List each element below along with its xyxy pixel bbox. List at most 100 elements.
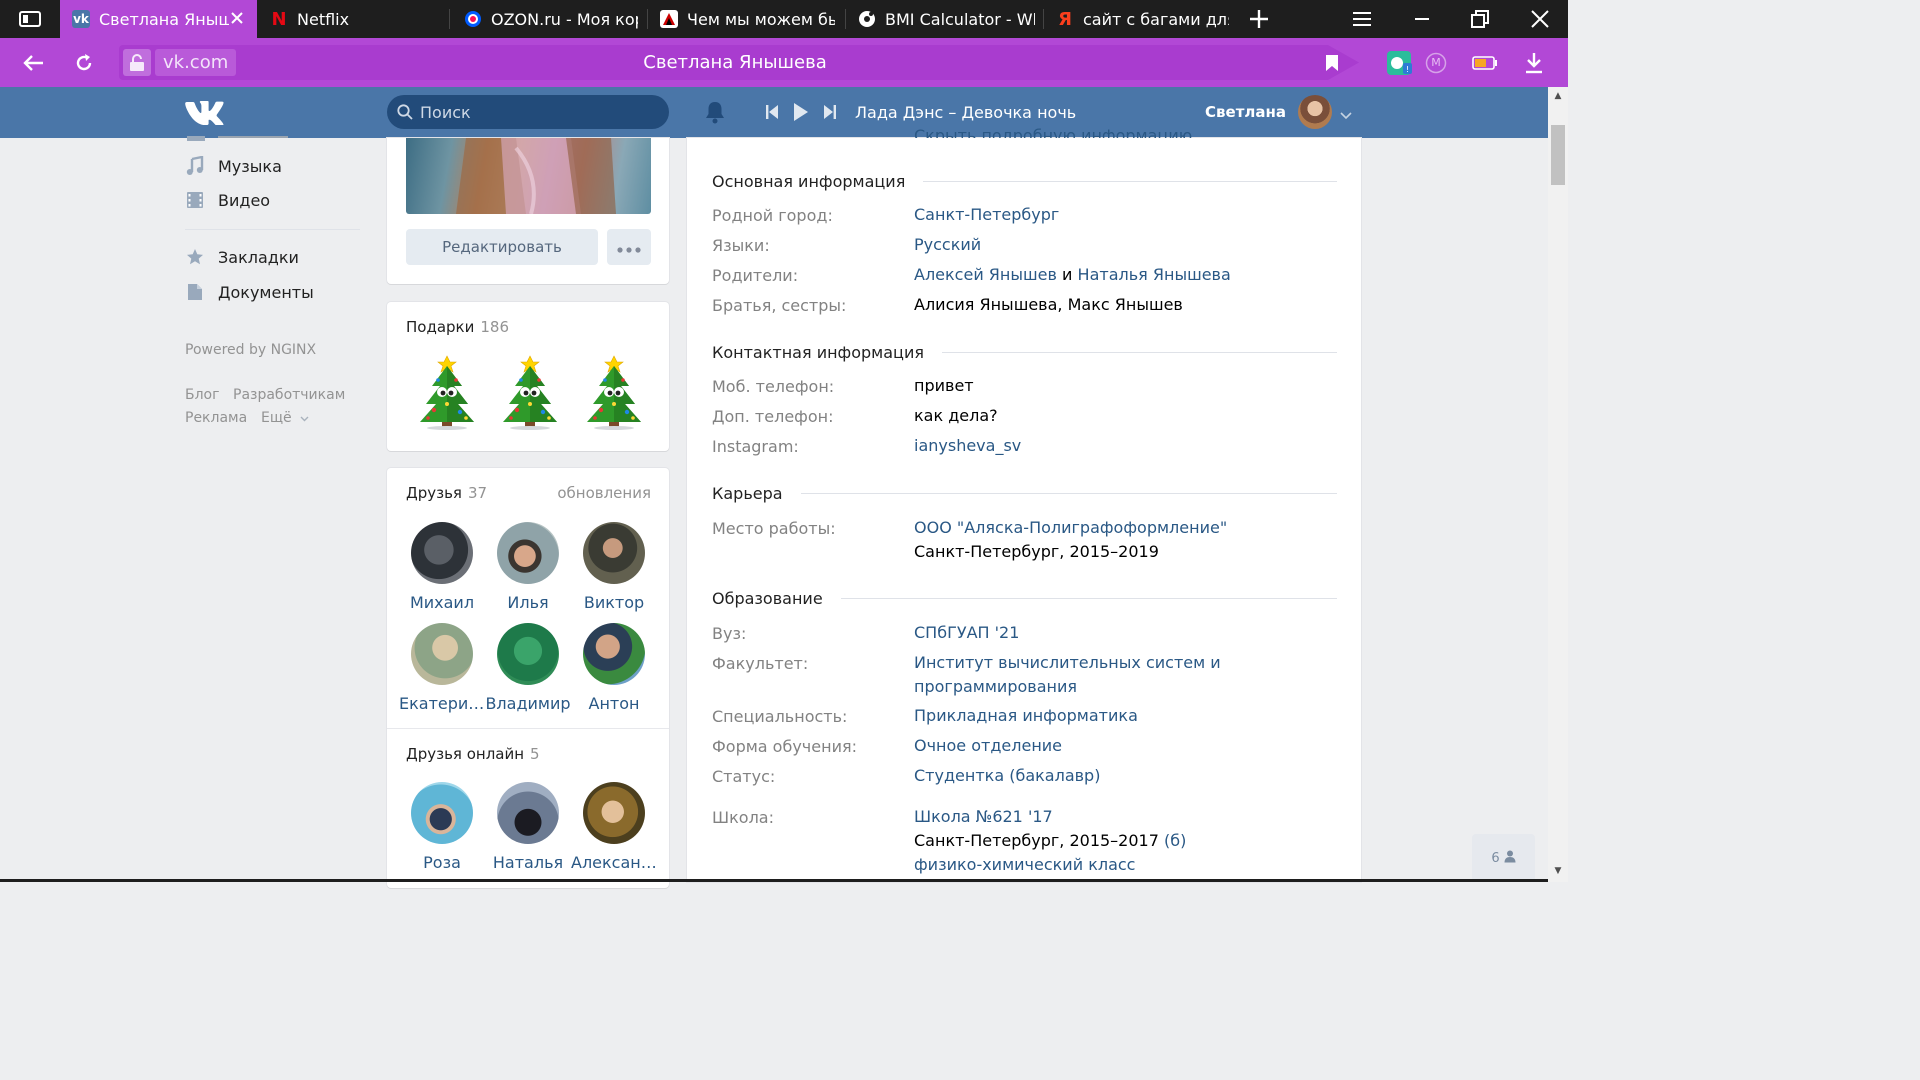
next-track-icon[interactable] (823, 104, 837, 124)
siblings-value: Алисия Янышева, Макс Янышев (914, 295, 1183, 314)
tab-bmi[interactable]: BMI Calculator - What is (846, 0, 1042, 38)
friends-online-header[interactable]: Друзья онлайн 5 (406, 745, 540, 763)
menu-item-bookmarks[interactable]: Закладки (185, 243, 299, 271)
menu-item-music[interactable]: Музыка (185, 152, 282, 180)
study-form-link[interactable]: Очное отделение (914, 736, 1062, 755)
online-chat-button[interactable]: 6 (1472, 834, 1535, 882)
previous-track-icon[interactable] (765, 104, 779, 124)
siblings-label: Братья, сестры: (712, 296, 847, 315)
school-class-letter-link[interactable]: (б) (1164, 831, 1186, 850)
restore-icon[interactable] (1462, 0, 1498, 38)
search-box[interactable] (387, 95, 669, 129)
friend-item[interactable]: Наталья (485, 782, 571, 872)
section-title: Карьера (712, 483, 783, 503)
bell-icon[interactable] (704, 100, 726, 128)
avatar[interactable] (1298, 95, 1332, 129)
download-icon[interactable] (1520, 38, 1548, 87)
battery-icon[interactable] (1470, 38, 1500, 87)
vk-logo-icon[interactable] (185, 99, 227, 126)
footer-link-blog[interactable]: Блог (185, 387, 219, 403)
hometown-link[interactable]: Санкт-Петербург (914, 205, 1059, 224)
tabs-sidebar-icon[interactable] (14, 0, 46, 38)
parent-link[interactable]: Алексей Янышев (914, 265, 1057, 284)
profile-badge-icon[interactable]: M (1424, 38, 1448, 87)
user-name[interactable]: Светлана (1185, 87, 1286, 138)
chevron-down-icon[interactable] (1340, 105, 1352, 124)
minimize-icon[interactable] (1404, 0, 1440, 38)
menu-icon[interactable] (1344, 0, 1380, 38)
menu-item-video[interactable]: Видео (185, 186, 270, 214)
footer-link-ads[interactable]: Реклама (185, 410, 247, 426)
instagram-label: Instagram: (712, 437, 799, 456)
faculty-link-line1[interactable]: Институт вычислительных систем и (914, 653, 1221, 672)
parent-link[interactable]: Наталья Янышева (1078, 265, 1231, 284)
company-link[interactable]: ООО "Аляска-Полиграфоформление" (914, 518, 1227, 537)
close-window-icon[interactable] (1522, 0, 1558, 38)
tab-netflix[interactable]: N Netflix (258, 0, 448, 38)
friends-updates-link[interactable]: обновления (540, 484, 651, 502)
search-input[interactable] (420, 95, 660, 129)
status-link[interactable]: Студентка (бакалавр) (914, 766, 1100, 785)
specialty-link[interactable]: Прикладная информатика (914, 706, 1138, 725)
school-class-link[interactable]: физико-химический класс (914, 855, 1135, 874)
chevron-down-icon (300, 410, 309, 426)
faculty-link-line2[interactable]: программирования (914, 677, 1077, 696)
tab-vk-profile[interactable]: vk Светлана Янышева (60, 0, 257, 38)
footer-link-developers[interactable]: Разработчикам (233, 387, 345, 403)
friend-item[interactable]: Владимир (485, 623, 571, 713)
study-form-value: Очное отделение (914, 734, 1062, 758)
friend-name: Антон (588, 694, 640, 713)
gift-christmas-tree-icon[interactable] (414, 350, 480, 431)
menu-item-documents[interactable]: Документы (185, 278, 314, 306)
faculty-value[interactable]: Институт вычислительных систем и програм… (914, 651, 1221, 699)
friend-item[interactable]: Роза (399, 782, 485, 872)
hide-details-link[interactable]: Скрыть подробную информацию (914, 126, 1192, 138)
friend-item[interactable]: Илья (485, 522, 571, 612)
workplace-value: ООО "Аляска-Полиграфоформление" Санкт-Пе… (914, 516, 1227, 564)
new-tab-icon[interactable] (1243, 0, 1275, 38)
friend-item[interactable]: Екатерина (399, 623, 485, 713)
more-actions-button[interactable] (607, 229, 651, 265)
chat-count: 6 (1491, 850, 1500, 866)
friend-name: Екатерина (399, 694, 485, 713)
tab-help[interactable]: Чем мы можем быть полезны (648, 0, 844, 38)
video-icon (185, 191, 205, 209)
friend-item[interactable]: Антон (571, 623, 657, 713)
gifts-header[interactable]: Подарки 186 (406, 318, 509, 336)
close-tab-icon[interactable] (230, 10, 244, 29)
profile-photo[interactable] (406, 138, 651, 214)
tab-label: OZON.ru - Моя корзина (491, 9, 638, 29)
language-link[interactable]: Русский (914, 235, 981, 254)
friend-name: Виктор (583, 593, 645, 612)
gift-christmas-tree-icon[interactable] (497, 350, 563, 431)
friend-item[interactable]: Александра (571, 782, 657, 872)
friend-item[interactable]: Михаил (399, 522, 485, 612)
friend-item[interactable]: Виктор (571, 522, 657, 612)
gift-christmas-tree-icon[interactable] (581, 350, 647, 431)
section-title: Контактная информация (712, 342, 924, 362)
tab-label: сайт с багами для тестирования (1083, 9, 1229, 29)
avatar (411, 782, 473, 844)
page-scrollbar[interactable]: ▲ ▼ (1548, 87, 1568, 882)
scroll-up-icon[interactable]: ▲ (1548, 87, 1568, 105)
menu-item-label: Документы (218, 282, 314, 302)
friends-header[interactable]: Друзья 37 (406, 484, 487, 502)
instagram-link[interactable]: ianysheva_sv (914, 436, 1021, 455)
school-link[interactable]: Школа №621 '17 (914, 807, 1053, 826)
section-title: Основная информация (712, 171, 906, 191)
tab-ozon[interactable]: OZON.ru - Моя корзина (452, 0, 642, 38)
university-link[interactable]: СПбГУАП '21 (914, 623, 1019, 642)
languages-label: Языки: (712, 236, 770, 255)
footer-link-more[interactable]: Ещё (261, 410, 309, 426)
protect-extension-icon[interactable]: ! (1382, 38, 1416, 87)
powered-by-text: Powered by NGINX (185, 342, 317, 358)
scroll-thumb[interactable] (1551, 125, 1565, 185)
friends-title: Друзья (406, 484, 462, 502)
tab-yandex[interactable]: Я сайт с багами для тестирования (1044, 0, 1234, 38)
bookmark-icon[interactable] (1320, 38, 1344, 87)
scroll-down-icon[interactable]: ▼ (1548, 862, 1568, 880)
parents-conjunction: и (1062, 265, 1073, 284)
play-icon[interactable] (793, 102, 809, 126)
avatar (411, 522, 473, 584)
edit-profile-button[interactable]: Редактировать (406, 229, 598, 265)
